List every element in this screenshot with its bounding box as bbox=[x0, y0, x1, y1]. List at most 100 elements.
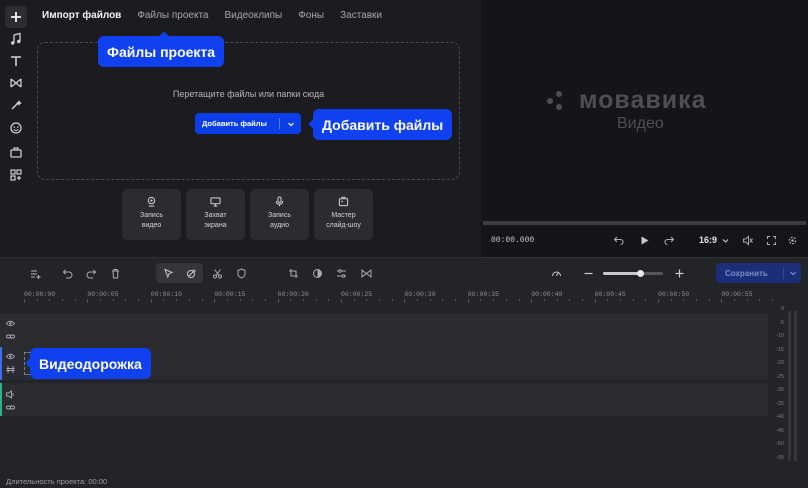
text-icon[interactable] bbox=[5, 50, 27, 72]
meter-bar-left bbox=[788, 311, 791, 461]
scissors-icon[interactable] bbox=[209, 265, 225, 281]
tooltip-video-track: Видеодорожка bbox=[30, 348, 151, 379]
color-adjust-icon[interactable] bbox=[309, 265, 325, 281]
ruler-tick bbox=[759, 299, 761, 301]
stickers-icon[interactable] bbox=[5, 117, 27, 139]
tab-intros[interactable]: Заставки bbox=[340, 10, 382, 24]
playback-progress[interactable] bbox=[483, 221, 806, 225]
fullscreen-icon[interactable] bbox=[764, 233, 778, 247]
tab-video-clips[interactable]: Видеоклипы bbox=[225, 10, 283, 24]
ruler-tick-label: 00:00:35 bbox=[467, 291, 500, 298]
ruler-tick bbox=[569, 299, 571, 301]
ruler-tick bbox=[290, 299, 292, 301]
audio-track-accent bbox=[0, 383, 2, 416]
zoom-slider-handle[interactable] bbox=[637, 270, 645, 277]
audio-speaker-icon[interactable] bbox=[4, 388, 16, 400]
undo-icon[interactable] bbox=[59, 265, 75, 281]
ruler-tick bbox=[480, 299, 482, 301]
eye-icon[interactable] bbox=[4, 317, 16, 329]
zoom-slider-fill bbox=[603, 272, 641, 275]
save-button[interactable]: Сохранить bbox=[716, 263, 801, 283]
meter-db-label: -55 bbox=[776, 454, 784, 461]
ruler-tick bbox=[556, 299, 558, 301]
chevron-down-icon[interactable] bbox=[280, 120, 301, 128]
ruler-tick bbox=[125, 299, 127, 301]
step-back-icon[interactable] bbox=[611, 233, 625, 247]
ruler-tick bbox=[708, 299, 710, 301]
ruler-tick bbox=[36, 299, 38, 301]
video-eye-icon[interactable] bbox=[4, 350, 16, 362]
ruler-tick bbox=[455, 299, 457, 301]
ruler-tick bbox=[721, 299, 723, 303]
logo-dots-icon bbox=[547, 90, 571, 111]
ruler-tick bbox=[391, 299, 393, 301]
effects-icon[interactable] bbox=[5, 94, 27, 116]
ruler-tick bbox=[581, 299, 583, 301]
audio-level-meter: 0 -5 -10 -15 -20 -25 -30 -35 -40 -45 -50 -55 bbox=[770, 306, 808, 466]
music-icon[interactable] bbox=[5, 28, 27, 50]
ruler-tick bbox=[404, 299, 406, 303]
volume-icon[interactable] bbox=[740, 233, 754, 247]
ruler-tick bbox=[277, 299, 279, 303]
zoom-in-icon[interactable] bbox=[671, 265, 687, 281]
ruler-tick bbox=[163, 299, 165, 301]
title-track[interactable] bbox=[0, 314, 768, 347]
tab-backgrounds[interactable]: Фоны bbox=[298, 10, 324, 24]
shield-icon[interactable] bbox=[233, 265, 249, 281]
ruler-tick bbox=[264, 299, 266, 301]
delete-icon[interactable] bbox=[107, 265, 123, 281]
ruler-tick-label: 00:00:40 bbox=[531, 291, 563, 298]
sliders-icon[interactable] bbox=[333, 265, 349, 281]
ruler-tick bbox=[746, 299, 748, 301]
ruler-tick bbox=[518, 299, 520, 301]
timeline-ruler[interactable]: 00:00:00 00:00:05 00:00:10 00:00:15 00:00:20… bbox=[0, 288, 774, 303]
link-icon[interactable] bbox=[4, 330, 16, 342]
ruler-tick bbox=[87, 299, 89, 303]
record-audio-card[interactable]: Запись аудио bbox=[250, 189, 309, 240]
zoom-out-icon[interactable] bbox=[580, 265, 596, 281]
ruler-tick bbox=[645, 299, 647, 301]
ratio-chevron-down-icon[interactable] bbox=[718, 233, 732, 247]
screen-capture-card[interactable]: Захват экрана bbox=[186, 189, 245, 240]
project-duration: Длительность проекта: 00:00 bbox=[6, 477, 108, 486]
meter-db-label: -45 bbox=[776, 427, 784, 434]
transition-wizard-icon[interactable] bbox=[358, 265, 374, 281]
tab-project-files[interactable]: Файлы проекта bbox=[137, 10, 208, 24]
record-video-card[interactable]: Запись видео bbox=[122, 189, 181, 240]
ruler-tick bbox=[62, 299, 64, 301]
transitions-icon[interactable] bbox=[5, 72, 27, 94]
audio-track[interactable] bbox=[0, 383, 768, 416]
add-track-icon[interactable] bbox=[27, 265, 43, 281]
audio-link-icon[interactable] bbox=[4, 401, 16, 413]
ruler-tick bbox=[772, 299, 774, 301]
ruler-tick bbox=[138, 299, 140, 301]
ruler-tick bbox=[49, 299, 51, 301]
step-forward-icon[interactable] bbox=[662, 233, 676, 247]
magnet-icon[interactable] bbox=[183, 265, 199, 281]
speed-icon[interactable] bbox=[548, 265, 564, 281]
redo-icon[interactable] bbox=[83, 265, 99, 281]
add-files-button[interactable]: Добавить файлы bbox=[195, 113, 301, 134]
tab-import-files[interactable]: Импорт файлов bbox=[42, 10, 121, 24]
save-chevron-down-icon[interactable] bbox=[784, 269, 801, 277]
preview-settings-icon[interactable] bbox=[785, 233, 799, 247]
elements-icon[interactable] bbox=[5, 141, 27, 163]
add-icon[interactable] bbox=[5, 6, 27, 28]
ruler-tick-label: 00:00:50 bbox=[658, 291, 690, 298]
ruler-tick bbox=[531, 299, 533, 303]
slideshow-icon bbox=[338, 196, 349, 207]
ruler-tick bbox=[594, 299, 596, 303]
zoom-slider[interactable] bbox=[603, 270, 663, 277]
slideshow-wizard-card[interactable]: Мастер слайд-шоу bbox=[314, 189, 373, 240]
ruler-tick bbox=[176, 299, 178, 301]
video-lock-icon[interactable] bbox=[4, 363, 16, 375]
meter-db-label: -50 bbox=[776, 441, 784, 447]
microphone-icon bbox=[275, 196, 284, 207]
slideshow-wizard-label: Мастер слайд-шоу bbox=[326, 212, 361, 229]
ruler-tick bbox=[353, 299, 355, 301]
aspect-ratio-select[interactable]: 16:9 bbox=[699, 235, 717, 245]
play-icon[interactable] bbox=[637, 233, 651, 247]
crop-icon[interactable] bbox=[285, 265, 301, 281]
select-cursor-icon[interactable] bbox=[160, 265, 176, 281]
more-tools-icon[interactable] bbox=[5, 164, 27, 186]
